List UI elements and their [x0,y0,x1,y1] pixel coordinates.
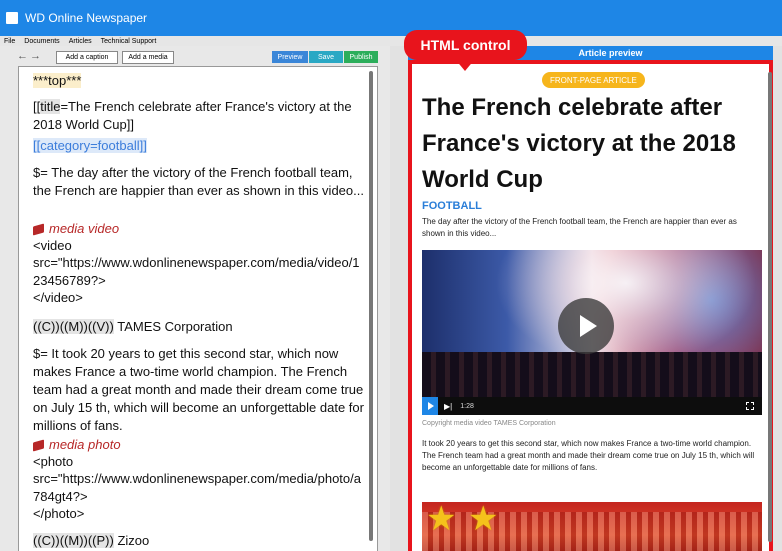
video-close-tag: </video> [33,290,83,305]
media-icon [33,439,44,452]
save-button[interactable]: Save [309,51,343,63]
top-tag: ***top*** [33,73,82,88]
media-video-label: media video [49,221,120,236]
title-value: =The French celebrate after France's vic… [33,99,352,132]
editor-title-line: [[title=The French celebrate after Franc… [33,98,365,134]
play-icon [580,315,597,337]
video-player[interactable]: ▶| 1:28 [422,250,762,415]
editor-intro: $= The day after the victory of the Fren… [33,165,364,198]
callout-tail [455,59,475,71]
menu-documents[interactable]: Documents [24,38,59,45]
photo-src: src="https://www.wdonlinenewspaper.com/m… [33,471,361,504]
menu-file[interactable]: File [4,38,15,45]
editor-category-line: [[category=football]] [33,137,365,155]
video-time: 1:28 [460,402,474,410]
media-video-heading: media video [33,220,365,238]
arrow-left-icon[interactable]: ← [16,50,29,62]
video-thumbnail-crowd [422,352,762,397]
photo-close-tag: </photo> [33,506,85,521]
add-media-button[interactable]: Add a media [122,51,174,64]
video-caption: Copyright media video TAMES Corporation [422,420,556,427]
video-play-button[interactable] [422,397,438,415]
play-button[interactable] [558,298,614,354]
photo-credit-line: ((C))((M))((P)) Zizoo [33,532,365,550]
html-control-callout: HTML control [404,30,527,60]
video-credit-tag: ((C))((M))((V)) [33,319,114,334]
app-icon [6,12,18,24]
editor-panel: ← → Add a caption Add a media Preview Sa… [0,46,390,551]
video-open-tag: <video [33,238,72,253]
article-photo: ★ ★ [422,502,762,551]
editor-top-tag-line: ***top*** [33,72,365,90]
publish-button[interactable]: Publish [344,51,378,63]
video-credit-name: TAMES Corporation [113,319,233,334]
preview-scrollbar[interactable] [768,72,772,542]
menu-articles[interactable]: Articles [69,38,92,45]
editor-toolbar: ← → Add a caption Add a media Preview Sa… [0,46,390,66]
menu-bar: File Documents Articles Technical Suppor… [0,36,782,46]
preview-panel: Article preview FRONT-PAGE ARTICLE The F… [390,46,782,551]
markup-editor[interactable]: ***top*** [[title=The French celebrate a… [18,66,378,551]
article-title: The French celebrate after France's vict… [422,94,736,193]
media-photo-heading: media photo [33,436,365,454]
html-control-frame: FRONT-PAGE ARTICLE The French celebrate … [408,60,773,551]
add-caption-button[interactable]: Add a caption [56,51,118,64]
star-icon: ★ [468,502,499,538]
media-photo-label: media photo [49,437,121,452]
article-category[interactable]: FOOTBALL [422,200,482,212]
video-controls: ▶| 1:28 [422,397,762,415]
article-intro: The day after the victory of the French … [422,217,737,238]
media-icon [33,223,44,236]
video-credit-line: ((C))((M))((V)) TAMES Corporation [33,318,365,336]
category-line: [[category=football]] [33,138,147,153]
app-title: WD Online Newspaper [25,11,148,25]
title-key: title [40,99,61,114]
editor-body: $= It took 20 years to get this second s… [33,346,364,433]
photo-open-tag: <photo [33,454,74,469]
play-icon [427,402,434,410]
arrow-right-icon[interactable]: → [29,50,42,62]
front-page-badge: FRONT-PAGE ARTICLE [542,72,645,88]
photo-credit-tag: ((C))((M))((P)) [33,533,114,548]
preview-button[interactable]: Preview [272,51,308,63]
video-src: src="https://www.wdonlinenewspaper.com/m… [33,255,360,288]
article-body: It took 20 years to get this second star… [422,439,755,472]
skip-next-icon[interactable]: ▶| [444,402,452,411]
editor-scrollbar[interactable] [369,71,373,541]
fullscreen-icon[interactable] [746,402,754,410]
photo-credit-name: Zizoo [113,533,150,548]
title-bar: WD Online Newspaper [0,0,782,36]
menu-technical-support[interactable]: Technical Support [101,38,157,45]
star-icon: ★ [426,502,457,538]
